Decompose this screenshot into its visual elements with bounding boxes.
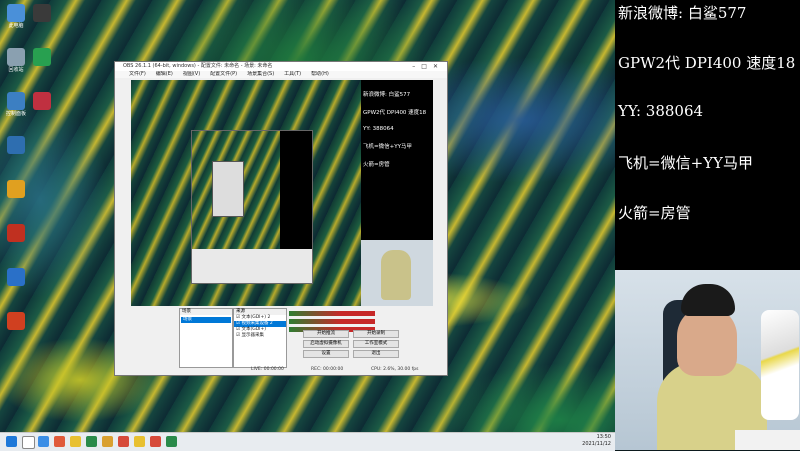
mixer-bar[interactable] xyxy=(289,311,375,316)
preview-text-overlay: 新浪微博: 白鲨577 GPW2代 DPI400 速度18 YY: 388064 飞机… xyxy=(361,80,433,240)
taskbar-app-icon[interactable] xyxy=(166,436,177,447)
rec-timer: REC: 00:00:00 xyxy=(311,367,344,372)
app-icon xyxy=(7,48,25,66)
menu-bar: 文件(F) 编辑(E) 视图(V) 配置文件(P) 场景集合(S) 工具(T) 帮助(H) xyxy=(115,71,447,78)
desktop-icon-label: 此电脑 xyxy=(8,23,24,29)
preview-text-line: YY: 388064 xyxy=(363,126,394,132)
obs-window[interactable]: OBS 26.1.1 (64-bit, windows) - 配置文件: 未命名… xyxy=(114,61,448,376)
overlay-text-line: 火箭=房管 xyxy=(618,204,691,222)
preview-text-line: 火箭=房管 xyxy=(363,162,390,168)
desk-item xyxy=(735,430,800,450)
control-button[interactable]: 开始录制 xyxy=(353,330,399,338)
sneakers xyxy=(761,310,799,420)
control-button[interactable]: 退出 xyxy=(353,350,399,358)
webcam-feed xyxy=(615,270,800,450)
desktop-icon[interactable] xyxy=(30,92,54,111)
obs-preview[interactable]: 新浪微博: 白鲨577 GPW2代 DPI400 速度18 YY: 388064 飞机… xyxy=(131,80,433,306)
app-icon xyxy=(33,4,51,22)
desktop-wallpaper: 此电脑回收站控制面板 OBS 26.1.1 (64-bit, windows) … xyxy=(0,0,615,432)
scenes-header: 场景 xyxy=(180,309,232,315)
taskbar-app-icon[interactable] xyxy=(70,436,81,447)
nested-overlay xyxy=(280,131,312,249)
preview-person xyxy=(381,250,411,300)
app-icon xyxy=(7,4,25,22)
obs-docks: 场景 场景 来源 ☑ 文本(GDI+) 2 ☑ 视频采集设备 2 ☑ 文本(GDI+… xyxy=(131,308,433,368)
app-icon xyxy=(7,92,25,110)
menu-item[interactable]: 工具(T) xyxy=(284,71,301,77)
cpu-readout: CPU: 2.6%, 30.00 fps xyxy=(371,367,419,372)
mixer-bar[interactable] xyxy=(289,319,375,324)
taskbar-app-icon[interactable] xyxy=(150,436,161,447)
taskbar-app-icon[interactable] xyxy=(54,436,65,447)
app-icon xyxy=(33,92,51,110)
preview-text-line: 新浪微博: 白鲨577 xyxy=(363,92,411,98)
live-timer: LIVE: 00:00:00 xyxy=(251,367,284,372)
person-face xyxy=(677,306,737,376)
taskbar-app-icon[interactable] xyxy=(86,436,97,447)
app-icon xyxy=(7,136,25,154)
clock-date: 2021/11/12 xyxy=(582,441,611,447)
overlay-text-line: YY: 388064 xyxy=(618,102,704,120)
overlay-text-line: 新浪微博: 白鲨577 xyxy=(618,4,747,22)
stream-text-overlay: 新浪微博: 白鲨577 GPW2代 DPI400 速度18 YY: 388064 飞机… xyxy=(615,0,800,270)
tray-clock[interactable]: 13:50 2021/11/12 xyxy=(582,434,611,448)
desktop-icon-label: 回收站 xyxy=(8,67,24,73)
menu-item[interactable]: 编辑(E) xyxy=(156,71,173,77)
scenes-panel[interactable]: 场景 场景 xyxy=(179,308,233,368)
clock-time: 13:50 xyxy=(596,434,611,440)
scene-item[interactable]: 场景 xyxy=(181,317,231,323)
nested-window xyxy=(212,161,244,217)
controls-panel: 开始推流 开始录制 启动虚拟摄像机 工作室模式 设置 退出 xyxy=(303,330,403,366)
window-controls[interactable]: –□✕ xyxy=(412,62,444,71)
control-button[interactable]: 设置 xyxy=(303,350,349,358)
desktop-icon-label: 控制面板 xyxy=(5,111,26,117)
control-button[interactable]: 工作室模式 xyxy=(353,340,399,348)
app-icon xyxy=(7,180,25,198)
taskbar-app-icon[interactable] xyxy=(22,436,35,449)
menu-item[interactable]: 帮助(H) xyxy=(311,71,329,77)
window-titlebar[interactable]: OBS 26.1.1 (64-bit, windows) - 配置文件: 未命名… xyxy=(115,62,447,71)
status-bar: LIVE: 00:00:00 REC: 00:00:00 CPU: 2.6%, … xyxy=(131,366,433,373)
preview-text-line: GPW2代 DPI400 速度18 xyxy=(363,110,427,116)
taskbar-app-icon[interactable] xyxy=(102,436,113,447)
app-icon xyxy=(7,312,25,330)
sources-panel[interactable]: 来源 ☑ 文本(GDI+) 2 ☑ 视频采集设备 2 ☑ 文本(GDI+) ☑ 显示器… xyxy=(233,308,287,368)
window-title: OBS 26.1.1 (64-bit, windows) - 配置文件: 未命名… xyxy=(123,63,273,69)
desktop-icon[interactable]: 此电脑 xyxy=(4,4,28,29)
source-item[interactable]: ☑ 显示器采集 xyxy=(234,333,286,339)
overlay-text-line: 飞机=微信+YY马甲 xyxy=(618,154,753,172)
desktop-icon[interactable] xyxy=(4,136,28,155)
taskbar-app-icon[interactable] xyxy=(38,436,49,447)
overlay-text-line: GPW2代 DPI400 速度18 xyxy=(618,54,796,72)
desktop-icon[interactable] xyxy=(4,224,28,243)
desktop-icon[interactable]: 控制面板 xyxy=(4,92,28,117)
desktop-icon[interactable] xyxy=(4,268,28,287)
preview-webcam xyxy=(361,240,433,306)
menu-item[interactable]: 视图(V) xyxy=(183,71,200,77)
desktop-icon[interactable] xyxy=(30,4,54,23)
menu-item[interactable]: 场景集合(S) xyxy=(247,71,274,77)
taskbar-app-icon[interactable] xyxy=(134,436,145,447)
desktop-icon[interactable] xyxy=(4,180,28,199)
desktop-icon[interactable] xyxy=(4,312,28,331)
taskbar-app-icon[interactable] xyxy=(118,436,129,447)
control-button[interactable]: 启动虚拟摄像机 xyxy=(303,340,349,348)
preview-desktop-capture xyxy=(131,80,361,306)
control-button[interactable]: 开始推流 xyxy=(303,330,349,338)
taskbar: 13:50 2021/11/12 xyxy=(0,432,615,451)
desktop-icon[interactable] xyxy=(30,48,54,67)
app-icon xyxy=(33,48,51,66)
app-icon xyxy=(7,224,25,242)
desktop-icon[interactable]: 回收站 xyxy=(4,48,28,73)
preview-text-line: 飞机=微信+YY马甲 xyxy=(363,144,412,150)
start-button[interactable] xyxy=(6,436,17,447)
app-icon xyxy=(7,268,25,286)
menu-item[interactable]: 文件(F) xyxy=(129,71,146,77)
nested-preview xyxy=(191,130,313,284)
nested-wallpaper xyxy=(192,131,280,249)
menu-item[interactable]: 配置文件(P) xyxy=(210,71,237,77)
